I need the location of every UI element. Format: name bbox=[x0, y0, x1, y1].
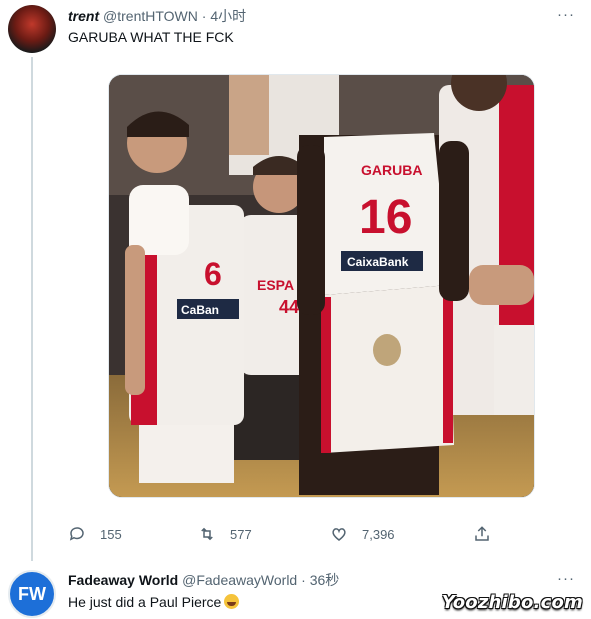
more-options-icon[interactable]: ··· bbox=[557, 570, 575, 587]
user-handle[interactable]: @FadeawayWorld bbox=[182, 572, 297, 588]
photo-back-name: GARUBA bbox=[361, 162, 422, 178]
photo-back-number: 16 bbox=[359, 191, 412, 244]
retweet-button[interactable]: 577 bbox=[198, 525, 252, 543]
tweet-text-content: He just did a Paul Pierce bbox=[68, 594, 222, 610]
share-icon bbox=[475, 526, 489, 541]
tweet-header: Fadeaway World @FadeawayWorld · 36秒 bbox=[68, 570, 339, 590]
separator: · bbox=[301, 572, 306, 588]
heart-icon bbox=[332, 528, 346, 541]
photo-left-sponsor: CaBan bbox=[181, 303, 219, 317]
retweet-count: 577 bbox=[230, 526, 252, 542]
more-options-icon[interactable]: ··· bbox=[557, 6, 575, 23]
avatar[interactable] bbox=[8, 5, 56, 53]
separator: · bbox=[201, 8, 207, 24]
retweet-icon bbox=[201, 527, 213, 541]
tweet[interactable]: trent @trentHTOWN · 4小时 ··· GARUBA WHAT … bbox=[0, 0, 591, 561]
avatar-initials: FW bbox=[18, 584, 46, 604]
photo-jersey-text: ESPA bbox=[257, 277, 294, 293]
avatar[interactable]: FW bbox=[8, 570, 56, 618]
tweet-text: He just did a Paul Pierce bbox=[68, 594, 240, 610]
photo-sponsor: CaixaBank bbox=[347, 255, 409, 269]
tweet-header: trent @trentHTOWN · 4小时 bbox=[68, 6, 246, 26]
display-name[interactable]: trent bbox=[68, 8, 99, 24]
tweet-media-image[interactable]: ESPA 44 6 CaBan GARUBA 16 CaixaBank bbox=[108, 74, 535, 498]
tweet-text: GARUBA WHAT THE FCK bbox=[68, 29, 234, 45]
reply-button[interactable]: 155 bbox=[68, 525, 122, 543]
reply-count: 155 bbox=[100, 526, 122, 542]
like-count: 7,396 bbox=[362, 526, 395, 542]
like-button[interactable]: 7,396 bbox=[330, 525, 395, 543]
basketball-photo: ESPA 44 6 CaBan GARUBA 16 CaixaBank bbox=[109, 75, 534, 497]
user-handle[interactable]: @trentHTOWN bbox=[103, 8, 198, 24]
photo-left-number: 6 bbox=[204, 256, 222, 292]
timestamp[interactable]: 4小时 bbox=[210, 8, 246, 24]
timestamp[interactable]: 36秒 bbox=[310, 572, 340, 588]
reply-icon bbox=[69, 527, 84, 541]
share-button[interactable] bbox=[473, 525, 505, 543]
display-name[interactable]: Fadeaway World bbox=[68, 572, 178, 588]
thread-line bbox=[31, 57, 33, 561]
photo-jersey-number: 44 bbox=[279, 297, 299, 317]
laughing-emoji-icon bbox=[224, 594, 240, 609]
watermark: Yoozhibo.com bbox=[441, 592, 583, 613]
tweet-actions: 155 577 7,396 bbox=[68, 525, 508, 547]
